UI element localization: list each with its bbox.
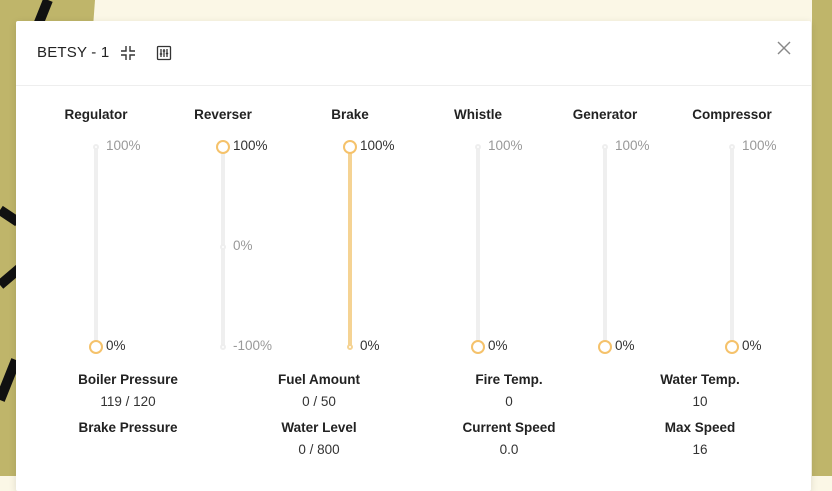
stat-boiler-pressure: Boiler Pressure 119 / 120 [28,372,228,410]
slider-label: Reverser [194,107,252,122]
slider-handle[interactable] [89,340,103,354]
slider-label: Brake [331,107,369,122]
stat-brake-pressure: Brake Pressure [28,420,228,458]
slider-rail[interactable] [94,147,98,347]
stat-value: 10 [692,394,708,409]
mark-min: 0% [106,338,126,353]
stat-current-speed: Current Speed 0.0 [409,420,609,458]
stat-fuel-amount: Fuel Amount 0 / 50 [219,372,419,410]
stat-label: Boiler Pressure [78,372,178,387]
collapse-icon[interactable] [120,45,136,61]
slider-dot-max [93,144,99,150]
slider-rail[interactable] [603,147,607,347]
sliders-icon[interactable] [156,45,172,61]
mark-min: 0% [615,338,635,353]
panel-title: BETSY - 1 [37,44,110,61]
slider-fill [348,147,352,347]
slider-dot-max [729,144,735,150]
mark-max: 100% [233,138,268,153]
slider-handle[interactable] [216,140,230,154]
slider-rail[interactable] [730,147,734,347]
slider-handle[interactable] [343,140,357,154]
slider-label: Compressor [692,107,772,122]
mark-min: 0% [488,338,508,353]
stat-value: 0 / 800 [298,442,340,457]
slider-dot-mid [220,244,226,250]
slider-label: Whistle [453,107,502,122]
stat-label: Current Speed [462,420,556,435]
slider-dot-max [475,144,481,150]
slider-handle[interactable] [725,340,739,354]
stat-water-temp: Water Temp. 10 [600,372,800,410]
stat-value [28,442,228,458]
stat-value: 119 / 120 [100,394,156,409]
slider-dot-max [602,144,608,150]
mark-max: 100% [360,138,395,153]
stat-value: 0 / 50 [302,394,336,409]
stat-max-speed: Max Speed 16 [600,420,800,458]
slider-dot-min [347,344,353,350]
panel-header: BETSY - 1 [16,21,811,86]
mark-max: 100% [742,138,777,153]
slider-rail[interactable] [476,147,480,347]
slider-label: Generator [572,107,638,122]
stat-water-level: Water Level 0 / 800 [219,420,419,458]
mark-max: 100% [615,138,650,153]
slider-label: Regulator [64,107,128,122]
mark-max: 100% [106,138,141,153]
slider-handle[interactable] [598,340,612,354]
close-icon[interactable] [776,40,792,56]
stat-value: 0.0 [499,442,519,457]
mark-min: 0% [360,338,380,353]
stat-fire-temp: Fire Temp. 0 [409,372,609,410]
stat-label: Brake Pressure [78,420,178,435]
stat-label: Max Speed [664,420,736,435]
stat-value: 16 [692,442,708,457]
locomotive-panel: BETSY - 1 Regulator 100% 0% Reverser 100… [16,21,811,491]
stat-label: Water Level [281,420,357,435]
mark-min: -100% [233,338,273,353]
slider-handle[interactable] [471,340,485,354]
mark-max: 100% [488,138,523,153]
slider-dot-min [220,344,226,350]
stat-label: Water Temp. [660,372,740,387]
mark-mid: 0% [233,238,253,253]
stat-value: 0 [505,394,513,409]
stat-label: Fire Temp. [475,372,543,387]
mark-min: 0% [742,338,762,353]
stat-label: Fuel Amount [278,372,360,387]
